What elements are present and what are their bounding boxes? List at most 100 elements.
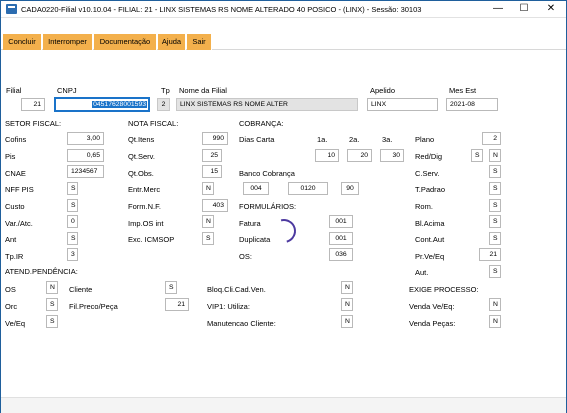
pis-label: Pis [5,152,16,161]
exige-processo-heading: EXIGE PROCESSO: [409,285,479,294]
nome-filial-field[interactable]: LINX SISTEMAS RS NOME ALTER [176,98,358,111]
filial-label: Filial [6,86,22,95]
fatura-field[interactable]: 001 [329,215,353,228]
vip1-utiliza-field[interactable]: N [341,298,353,311]
qt-itens-field[interactable]: 990 [202,132,228,145]
cofins-field[interactable]: 3,00 [67,132,104,145]
carta-1a-label: 1a. [317,135,328,144]
dias-carta-label: Dias Carta [239,135,275,144]
mes-est-field[interactable]: 2021-08 [446,98,498,111]
loading-spinner-icon [267,214,301,248]
atend-os-field[interactable]: N [46,281,58,294]
documentacao-button[interactable]: Documentação [94,34,157,50]
form-nf-field[interactable]: 403 [202,199,228,212]
bl-acima-label: Bl.Acima [415,219,445,228]
manutencao-cliente-label: Manutencao Cliente: [207,319,276,328]
cnae-field[interactable]: 1234567 [67,165,104,178]
minimize-button[interactable]: — [485,1,511,17]
t-padrao-field[interactable]: S [489,182,501,195]
agencia-field[interactable]: 0120 [288,182,328,195]
dias-carta-1-field[interactable]: 10 [315,149,339,162]
app-icon [6,4,17,14]
filial-field[interactable]: 21 [21,98,45,111]
red-dig-label: Red/Dig [415,152,443,161]
atend-ve-eq-field[interactable]: S [46,315,58,328]
plano-label: Plano [415,135,435,144]
pis-field[interactable]: 0,65 [67,149,104,162]
dias-carta-2-field[interactable]: 20 [347,149,372,162]
atend-pendencia-heading: ATEND.PENDÊNCIA: [5,267,78,276]
window-title: CADA0220-Filial v10.10.04 - FILIAL: 21 -… [21,5,422,14]
atend-orc-field[interactable]: S [46,298,58,311]
maximize-button[interactable]: ☐ [511,1,537,17]
bloq-cli-label: Bloq.Cli.Cad.Ven. [207,285,266,294]
form-nf-label: Form.N.F. [128,202,161,211]
duplicata-label: Duplicata [239,235,271,244]
mes-est-label: Mes Est [449,86,477,95]
os-form-field[interactable]: 036 [329,248,353,261]
bloq-cli-field[interactable]: N [341,281,353,294]
duplicata-field[interactable]: 001 [329,232,353,245]
pr-ve-eq-field[interactable]: 21 [479,248,501,261]
carteira-field[interactable]: 90 [341,182,359,195]
venda-ve-eq-label: Venda Ve/Eq: [409,302,455,311]
c-serv-label: C.Serv. [415,169,440,178]
fil-preco-peca-label: Fil.Preco/Peça [69,302,118,311]
sair-button[interactable]: Sair [187,34,212,50]
close-button[interactable]: ✕ [538,1,564,17]
ant-field[interactable]: S [67,232,78,245]
cliente-field[interactable]: S [165,281,177,294]
aut-label: Aut. [415,268,429,277]
fatura-label: Fatura [239,219,261,228]
cont-aut-field[interactable]: S [489,232,501,245]
nff-pis-field[interactable]: S [67,182,78,195]
ajuda-button[interactable]: Ajuda [158,34,186,50]
banco-cobranca-label: Banco Cobrança [239,169,295,178]
cnae-label: CNAE [5,169,26,178]
status-bar [1,397,566,413]
aut-field[interactable]: S [489,265,501,278]
fil-preco-peca-field[interactable]: 21 [165,298,189,311]
imp-os-int-label: Imp.OS int [128,219,164,228]
tp-label: Tp [161,86,170,95]
cont-aut-label: Cont.Aut [415,235,445,244]
formularios-heading: FORMULÁRIOS: [239,202,297,211]
toolbar: Concluir Interromper Documentação Ajuda … [1,34,566,50]
manutencao-cliente-field[interactable]: N [341,315,353,328]
custo-field[interactable]: S [67,199,78,212]
tp-field[interactable]: 2 [157,98,170,111]
entr-merc-field[interactable]: N [202,182,214,195]
concluir-button[interactable]: Concluir [3,34,42,50]
qt-serv-field[interactable]: 25 [202,149,222,162]
atend-orc-label: Orc [5,302,18,311]
plano-field[interactable]: 2 [482,132,501,145]
nome-filial-label: Nome da Filial [179,86,227,95]
tp-ir-field[interactable]: 3 [67,248,78,261]
entr-merc-label: Entr.Merc [128,185,161,194]
dias-carta-3-field[interactable]: 30 [380,149,404,162]
banco-field[interactable]: 004 [243,182,269,195]
rom-field[interactable]: S [489,199,501,212]
c-serv-field[interactable]: S [489,165,501,178]
red-field[interactable]: S [471,149,483,162]
dig-field[interactable]: N [489,149,501,162]
interromper-button[interactable]: Interromper [43,34,93,50]
cnpj-field[interactable]: 04517628001593 [54,97,150,112]
var-atc-label: Var./Atc. [5,219,33,228]
imp-os-int-field[interactable]: N [202,215,214,228]
tp-ir-label: Tp.IR [5,252,24,261]
cnpj-value: 04517628001593 [92,101,147,108]
venda-ve-eq-field[interactable]: N [489,298,501,311]
qt-itens-label: Qt.Itens [128,135,155,144]
exc-icmsop-field[interactable]: S [202,232,214,245]
exc-icmsop-label: Exc. ICMSOP [128,235,175,244]
apelido-field[interactable]: LINX [367,98,438,111]
venda-pecas-field[interactable]: N [489,315,501,328]
pr-ve-eq-label: Pr.Ve/Eq [415,252,445,261]
vip1-utiliza-label: VIP1: Utiliza: [207,302,250,311]
var-atc-field[interactable]: 0 [67,215,78,228]
rom-label: Rom. [415,202,433,211]
nota-fiscal-heading: NOTA FISCAL: [128,119,179,128]
qt-obs-field[interactable]: 15 [202,165,222,178]
bl-acima-field[interactable]: S [489,215,501,228]
